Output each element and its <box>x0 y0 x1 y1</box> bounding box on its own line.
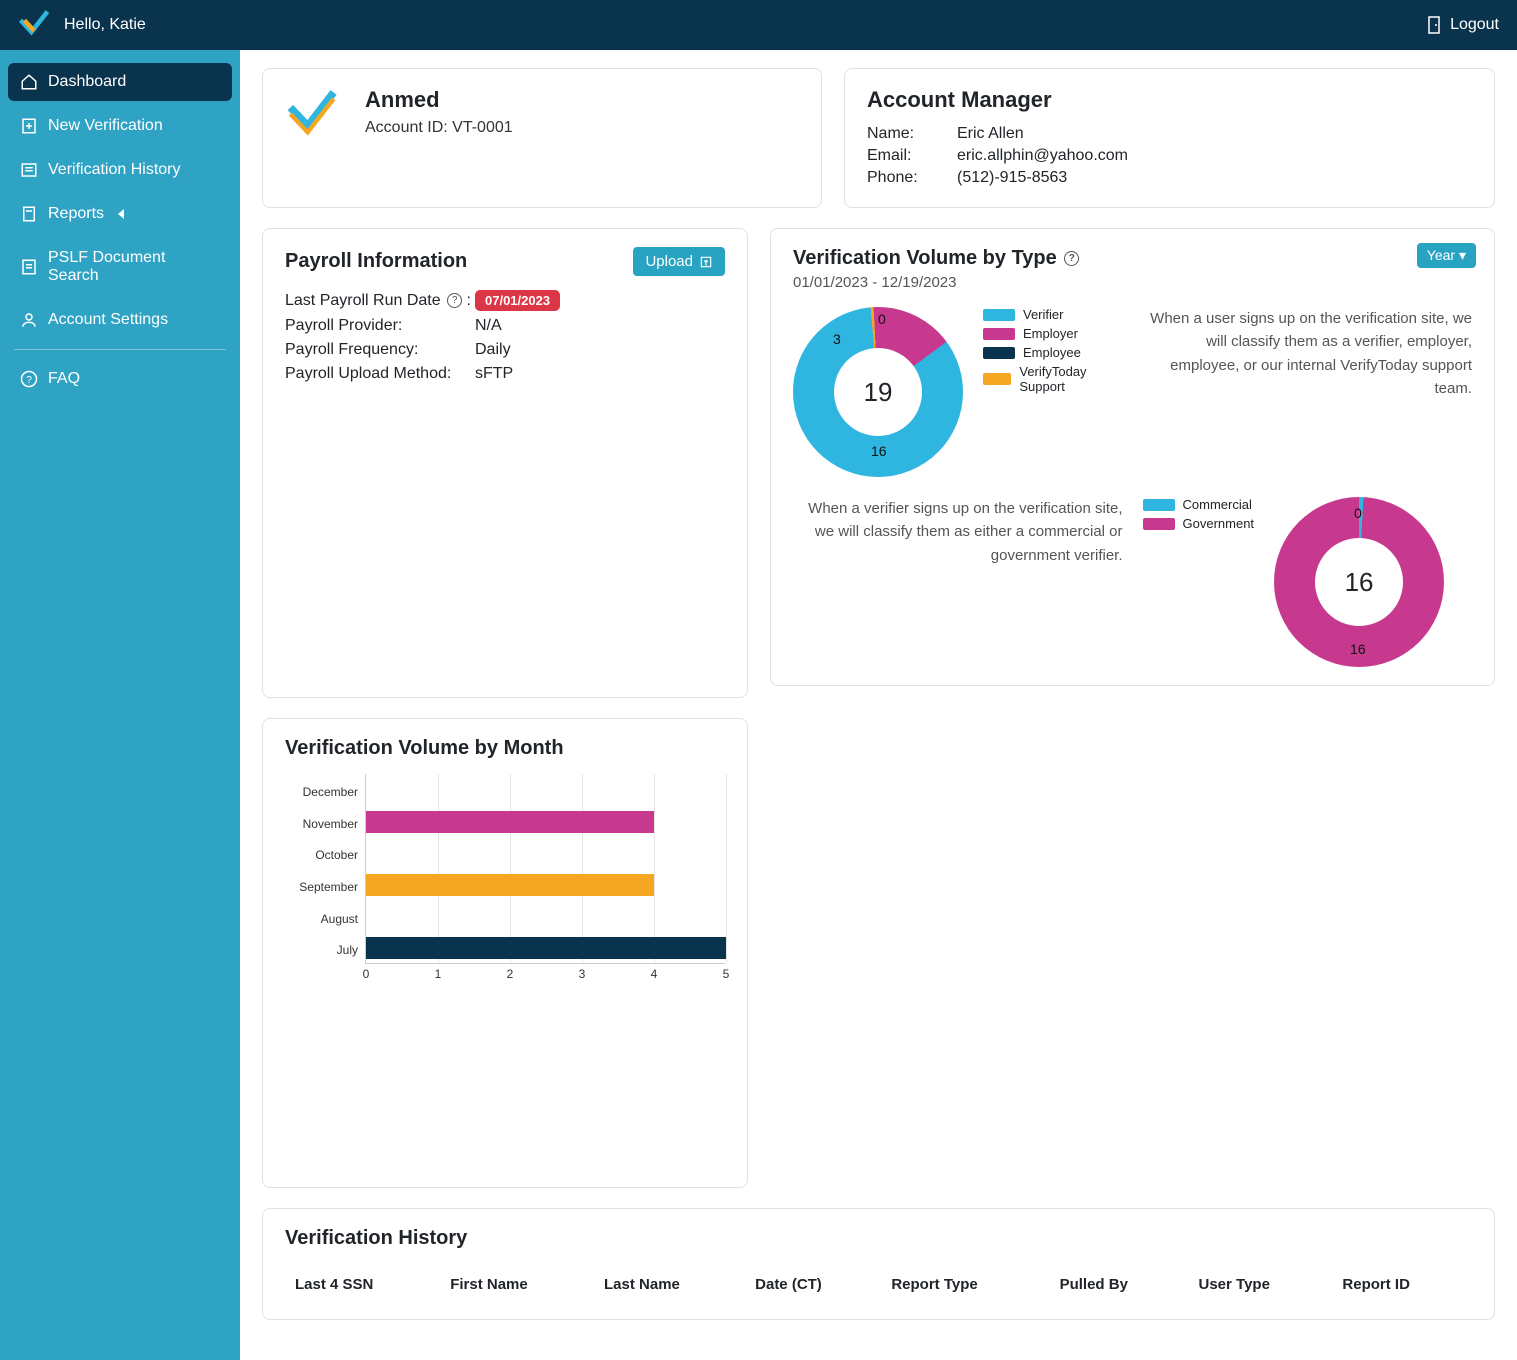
verification-history-card: Verification History Last 4 SSN First Na… <box>262 1208 1495 1320</box>
sidebar-item-label: Verification History <box>48 161 181 179</box>
legend-verifier-type: Commercial Government <box>1143 497 1255 535</box>
donut-label-commercial: 0 <box>1354 505 1362 521</box>
account-manager-card: Account Manager Name: Eric Allen Email: … <box>844 68 1495 208</box>
payroll-card: Payroll Information Upload Last Payroll … <box>262 228 748 698</box>
donut-total: 16 <box>1315 538 1403 626</box>
logout-button[interactable]: Logout <box>1428 16 1499 34</box>
logo-icon <box>285 87 339 146</box>
volume-by-type-card: Verification Volume by Type ? Year ▾ 01/… <box>770 228 1495 686</box>
list-icon <box>20 161 38 179</box>
value: N/A <box>475 317 725 335</box>
svg-text:?: ? <box>26 374 32 386</box>
legend-user-type: Verifier Employer Employee VerifyToday S… <box>983 307 1123 398</box>
donut-verifier-type: 16 0 16 <box>1274 497 1444 667</box>
document-icon <box>20 205 38 223</box>
plus-file-icon <box>20 117 38 135</box>
col-header[interactable]: User Type <box>1191 1270 1333 1299</box>
label: Name: <box>867 125 957 143</box>
sidebar-item-new-verification[interactable]: New Verification <box>8 107 232 145</box>
value: Eric Allen <box>957 125 1472 143</box>
sidebar-item-label: Dashboard <box>48 73 126 91</box>
donut-label-support: 0 <box>878 311 886 327</box>
sidebar: Dashboard New Verification Verification … <box>0 50 240 1360</box>
user-icon <box>20 311 38 329</box>
sidebar-item-account-settings[interactable]: Account Settings <box>8 301 232 339</box>
company-card: Anmed Account ID: VT-0001 <box>262 68 822 208</box>
sidebar-item-label: Account Settings <box>48 311 168 329</box>
company-name: Anmed <box>365 87 513 113</box>
question-icon: ? <box>20 370 38 388</box>
donut-total: 19 <box>834 348 922 436</box>
label: Payroll Upload Method: <box>285 365 475 383</box>
col-header[interactable]: Last Name <box>596 1270 745 1299</box>
col-header[interactable]: Last 4 SSN <box>287 1270 440 1299</box>
sidebar-item-pslf[interactable]: PSLF Document Search <box>8 239 232 295</box>
sidebar-item-faq[interactable]: ? FAQ <box>8 360 232 398</box>
col-header[interactable]: Report Type <box>883 1270 1049 1299</box>
help-icon[interactable]: ? <box>1064 251 1079 266</box>
volume-by-month-card: Verification Volume by Month 012345Decem… <box>262 718 748 1188</box>
logo-icon <box>18 9 50 41</box>
help-icon[interactable]: ? <box>447 293 462 308</box>
sidebar-item-verification-history[interactable]: Verification History <box>8 151 232 189</box>
history-table: Last 4 SSN First Name Last Name Date (CT… <box>285 1268 1472 1301</box>
bar-chart: 012345DecemberNovemberOctoberSeptemberAu… <box>285 774 725 964</box>
value: eric.allphin@yahoo.com <box>957 147 1472 165</box>
sidebar-separator <box>14 349 226 350</box>
year-dropdown[interactable]: Year ▾ <box>1417 243 1476 268</box>
home-icon <box>20 73 38 91</box>
upload-button[interactable]: Upload <box>633 247 725 276</box>
main-content: Anmed Account ID: VT-0001 Account Manage… <box>240 50 1517 1360</box>
sidebar-item-label: New Verification <box>48 117 163 135</box>
door-icon <box>1428 16 1444 34</box>
date-range: 01/01/2023 - 12/19/2023 <box>793 274 1472 291</box>
label: Payroll Provider: <box>285 317 475 335</box>
col-header[interactable]: Report ID <box>1334 1270 1470 1299</box>
hello-user: Hello, Katie <box>64 16 146 34</box>
donut-label-employer: 3 <box>833 331 841 347</box>
sidebar-item-label: Reports <box>48 205 104 223</box>
sidebar-item-label: PSLF Document Search <box>48 249 220 285</box>
label: Email: <box>867 147 957 165</box>
document-search-icon <box>20 258 38 276</box>
col-header[interactable]: First Name <box>442 1270 594 1299</box>
sidebar-item-dashboard[interactable]: Dashboard <box>8 63 232 101</box>
col-header[interactable]: Date (CT) <box>747 1270 881 1299</box>
topbar: Hello, Katie Logout <box>0 0 1517 50</box>
donut-user-type: 19 3 0 16 <box>793 307 963 477</box>
label: Payroll Frequency: <box>285 341 475 359</box>
card-title: Account Manager <box>867 87 1472 113</box>
card-title: Verification Volume by Type ? <box>793 247 1079 270</box>
donut-label-verifier: 16 <box>871 443 887 459</box>
value: Daily <box>475 341 725 359</box>
donut-label-government: 16 <box>1350 641 1366 657</box>
card-title: Verification History <box>285 1227 1472 1250</box>
explain-verifier-type: When a verifier signs up on the verifica… <box>793 497 1123 667</box>
label: Phone: <box>867 169 957 187</box>
col-header[interactable]: Pulled By <box>1052 1270 1189 1299</box>
value: sFTP <box>475 365 725 383</box>
last-payroll-badge: 07/01/2023 <box>475 290 560 311</box>
upload-icon <box>699 255 713 269</box>
sidebar-item-label: FAQ <box>48 370 80 388</box>
card-title: Payroll Information <box>285 250 467 273</box>
sidebar-item-reports[interactable]: Reports <box>8 195 232 233</box>
card-title: Verification Volume by Month <box>285 737 725 760</box>
caret-down-icon: ▾ <box>1459 247 1466 263</box>
label: Last Payroll Run Date ? : <box>285 292 475 310</box>
value: (512)-915-8563 <box>957 169 1472 187</box>
company-account-id: Account ID: VT-0001 <box>365 119 513 137</box>
chevron-left-icon <box>118 209 124 219</box>
explain-user-type: When a user signs up on the verification… <box>1143 307 1473 477</box>
